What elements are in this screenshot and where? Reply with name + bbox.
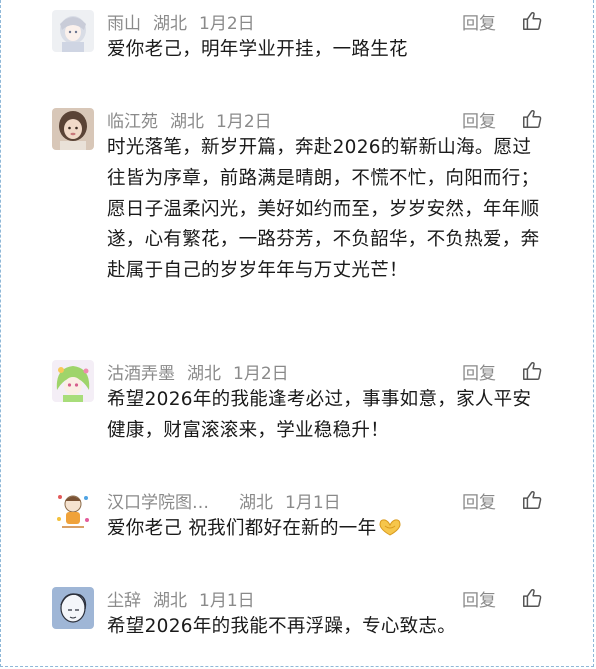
heart-hands-emoji [379, 519, 401, 536]
thumbs-up-icon[interactable] [521, 10, 543, 32]
avatar[interactable] [52, 587, 94, 629]
comment-meta: 汉口学院图… 湖北 1月1日 [107, 487, 341, 513]
comment-meta: 雨山 湖北 1月2日 [107, 8, 255, 34]
comment-meta: 尘辞 湖北 1月1日 [107, 585, 255, 611]
commenter-name[interactable]: 尘辞 [107, 586, 141, 611]
comment-date: 1月1日 [199, 590, 255, 611]
comment-text: 爱你老己 祝我们都好在新的一年 [107, 518, 377, 539]
commenter-name[interactable]: 沽酒弄墨 [107, 359, 175, 384]
comment-text: 希望2026年的我能不再浮躁，专心致志。 [107, 616, 457, 637]
thumbs-up-icon[interactable] [521, 489, 543, 511]
avatar[interactable] [52, 10, 94, 52]
anime-girl-avatar-icon [52, 10, 94, 52]
comment-date: 1月2日 [199, 13, 255, 34]
page-frame [0, 0, 594, 667]
comment-location: 湖北 [187, 363, 221, 384]
green-hair-character-avatar-icon [52, 360, 94, 402]
comment-location: 湖北 [153, 13, 187, 34]
avatar[interactable] [52, 108, 94, 150]
reply-button[interactable]: 回复 [462, 106, 496, 132]
comment-text: 时光落笔，新岁开篇，奔赴2026的崭新山海。愿过往皆为序章，前路满是晴朗，不慌不… [107, 137, 540, 282]
thumbs-up-icon[interactable] [521, 108, 543, 130]
comment-text: 希望2026年的我能逢考必过，事事如意，家人平安健康，财富滚滚来，学业稳稳升！ [107, 389, 532, 441]
reply-button[interactable]: 回复 [462, 358, 496, 384]
thumbs-up-icon[interactable] [521, 587, 543, 609]
photo-avatar-icon [52, 108, 94, 150]
comment-meta: 沽酒弄墨 湖北 1月2日 [107, 358, 289, 384]
comment-location: 湖北 [170, 111, 204, 132]
avatar[interactable] [52, 489, 94, 531]
comment-location: 湖北 [153, 590, 187, 611]
comment-date: 1月2日 [216, 111, 272, 132]
reply-button[interactable]: 回复 [462, 8, 496, 34]
reply-button[interactable]: 回复 [462, 487, 496, 513]
commenter-name[interactable]: 雨山 [107, 9, 141, 34]
avatar[interactable] [52, 360, 94, 402]
comment-date: 1月2日 [233, 363, 289, 384]
reply-button[interactable]: 回复 [462, 585, 496, 611]
comment-text-container: 爱你老己 祝我们都好在新的一年 [107, 514, 547, 545]
sketch-avatar-icon [52, 587, 94, 629]
comment-date: 1月1日 [285, 492, 341, 513]
cartoon-avatar-icon [52, 489, 94, 531]
thumbs-up-icon[interactable] [521, 360, 543, 382]
comment-text: 爱你老己，明年学业开挂，一路生花 [107, 39, 408, 60]
commenter-name[interactable]: 汉口学院图… [107, 488, 209, 513]
comment-location: 湖北 [239, 492, 273, 513]
comment-meta: 临江苑 湖北 1月2日 [107, 106, 272, 132]
commenter-name[interactable]: 临江苑 [107, 107, 158, 132]
